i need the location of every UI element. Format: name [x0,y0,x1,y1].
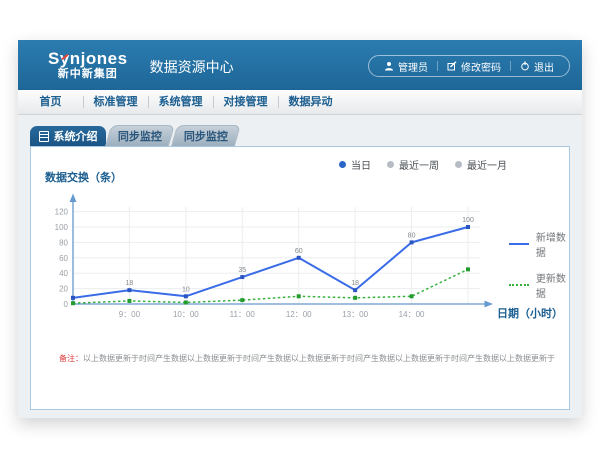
nav-item-standards[interactable]: 标准管理 [83,90,148,114]
svg-text:10：00: 10：00 [173,310,199,319]
legend-label: 更新数据 [536,270,569,300]
time-range-selector: 当日 最近一周 最近一月 [339,157,507,172]
power-icon [520,61,530,71]
legend-label: 新增数据 [536,229,569,259]
svg-text:35: 35 [238,267,246,274]
footnote-label: 备注： [59,354,83,363]
svg-text:12：00: 12：00 [286,310,312,319]
user-icon [384,61,394,71]
radio-icon [387,161,394,168]
y-axis-title: 数据交换（条） [45,169,122,185]
content-area: 系统介绍 同步监控 同步监控 当日 最近一周 [18,115,582,420]
logout-button[interactable]: 退出 [511,59,563,74]
change-password-label: 修改密码 [461,59,501,74]
footnote-text: 以上数据更新于时间产生数据以上数据更新于时间产生数据以上数据更新于时间产生数据以… [83,354,555,363]
change-password-button[interactable]: 修改密码 [438,59,510,74]
logo-subtext: 新中新集团 [48,68,128,80]
app-window: Synjones 新中新集团 数据资源中心 管理员 修改密码 [18,40,582,418]
svg-text:80: 80 [408,232,416,239]
chart-panel: 当日 最近一周 最近一月 数据交换（条） 0 20 40 60 80 100 120 9：00… [30,146,570,410]
svg-text:0: 0 [64,300,69,309]
logo-text: Synjones [48,50,128,69]
edit-icon [447,61,457,71]
header-bar: Synjones 新中新集团 数据资源中心 管理员 修改密码 [18,40,582,90]
solid-line-icon [509,243,529,245]
tab-label: 同步监控 [118,128,162,144]
tab-bar: 系统介绍 同步监控 同步监控 [30,126,570,146]
svg-text:100: 100 [462,217,474,224]
range-option-today[interactable]: 当日 [339,157,371,172]
document-icon [39,131,49,142]
radio-icon [455,161,462,168]
footnote: 备注：以上数据更新于时间产生数据以上数据更新于时间产生数据以上数据更新于时间产生… [59,353,555,364]
svg-text:13：00: 13：00 [342,310,368,319]
main-nav: 首页 标准管理 系统管理 对接管理 数据异动 [18,90,582,115]
svg-text:11：00: 11：00 [230,310,256,319]
radio-selected-icon [339,161,346,168]
chart-legend: 新增数据 更新数据 [509,229,569,311]
svg-text:60: 60 [295,248,303,255]
svg-text:10: 10 [182,286,190,293]
user-menu: 管理员 修改密码 退出 [368,55,570,77]
range-option-last-month[interactable]: 最近一月 [455,157,507,172]
page-title: 数据资源中心 [150,53,234,77]
tab-sync-monitor-2[interactable]: 同步监控 [171,125,241,146]
company-logo: Synjones 新中新集团 [48,50,128,81]
dotted-line-icon [509,284,529,286]
current-user-button[interactable]: 管理员 [375,59,437,74]
svg-text:40: 40 [59,269,68,278]
line-chart: 0 20 40 60 80 100 120 9：00 10：00 11：00 12：00 13：00 1… [43,189,498,323]
range-label: 最近一月 [467,157,507,172]
nav-item-integration[interactable]: 对接管理 [213,90,278,114]
tab-system-intro[interactable]: 系统介绍 [30,126,106,146]
tab-sync-monitor-1[interactable]: 同步监控 [105,125,175,146]
svg-text:18: 18 [351,280,359,287]
svg-text:80: 80 [59,238,68,247]
svg-text:100: 100 [55,223,69,232]
svg-text:18: 18 [126,280,134,287]
tab-label: 系统介绍 [54,128,98,144]
legend-item-new-data: 新增数据 [509,229,569,259]
range-label: 当日 [351,157,371,172]
svg-text:120: 120 [55,208,69,217]
tab-label: 同步监控 [184,128,228,144]
nav-item-system[interactable]: 系统管理 [148,90,213,114]
svg-text:20: 20 [59,285,68,294]
legend-item-update-data: 更新数据 [509,270,569,300]
logout-label: 退出 [534,59,554,74]
svg-text:14：00: 14：00 [399,310,425,319]
range-label: 最近一周 [399,157,439,172]
nav-item-home[interactable]: 首页 [18,90,83,114]
range-option-last-week[interactable]: 最近一周 [387,157,439,172]
svg-text:9：00: 9：00 [119,310,141,319]
svg-text:60: 60 [59,254,68,263]
nav-item-data-change[interactable]: 数据异动 [278,90,343,114]
user-name: 管理员 [398,59,428,74]
